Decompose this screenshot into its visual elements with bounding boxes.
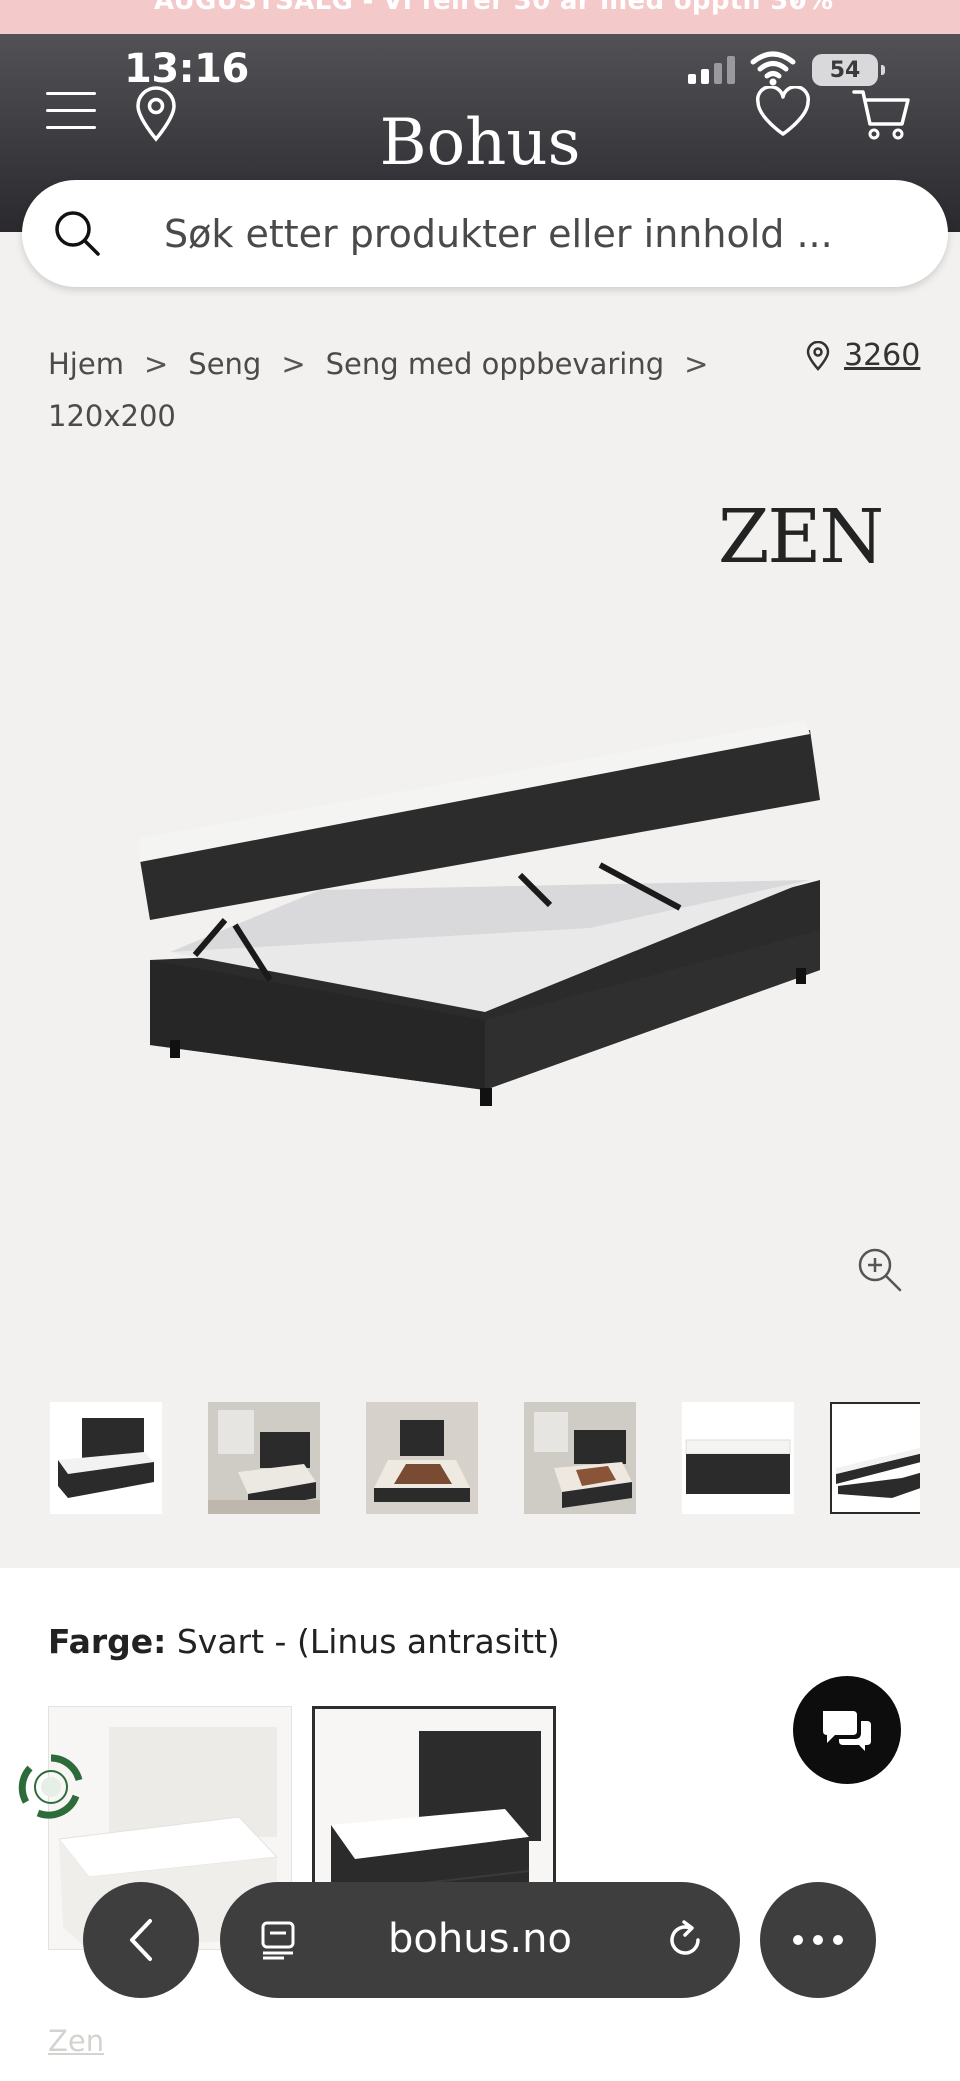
search-icon — [52, 208, 102, 262]
thumbnail-1[interactable] — [50, 1402, 162, 1514]
eco-badge-icon[interactable] — [16, 1752, 86, 1826]
site-logo[interactable]: Bohus — [0, 106, 960, 180]
battery-indicator: 54 — [812, 54, 885, 86]
color-label: Farge: — [48, 1622, 167, 1661]
breadcrumb-separator-icon: > — [684, 347, 709, 381]
zoom-in-icon[interactable] — [856, 1246, 904, 1298]
brand-link[interactable]: Zen — [48, 2024, 104, 2058]
product-image[interactable] — [120, 690, 840, 1124]
chevron-left-icon — [130, 1919, 152, 1961]
store-number[interactable]: 3260 — [844, 338, 920, 373]
breadcrumb-separator-icon: > — [143, 347, 169, 381]
breadcrumb-item-seng-med-oppbevaring[interactable]: Seng med oppbevaring — [326, 347, 664, 381]
breadcrumb-item-seng[interactable]: Seng — [188, 347, 261, 381]
chat-bubble-icon — [823, 1711, 871, 1751]
wishlist-heart-icon[interactable] — [754, 85, 812, 142]
color-selection-label: Farge: Svart - (Linus antrasitt) — [48, 1622, 560, 1661]
brand-logo: ZEN — [718, 494, 884, 580]
breadcrumb-separator-icon: > — [281, 347, 306, 381]
search-bar[interactable] — [22, 180, 948, 287]
cellular-signal-icon — [688, 56, 735, 84]
browser-address-bar[interactable]: bohus.no — [220, 1882, 740, 1998]
location-pin-icon — [806, 340, 830, 371]
cart-icon[interactable] — [852, 86, 912, 146]
thumbnail-6[interactable] — [830, 1402, 920, 1514]
chat-button[interactable] — [793, 1676, 901, 1784]
color-value: Svart - (Linus antrasitt) — [176, 1622, 560, 1661]
thumbnail-5[interactable] — [682, 1402, 794, 1514]
search-input[interactable] — [164, 180, 904, 287]
breadcrumb: Hjem > Seng > Seng med oppbevaring > 120x200 — [48, 338, 708, 442]
breadcrumb-item-size: 120x200 — [48, 399, 176, 433]
store-selector[interactable]: 3260 — [806, 338, 920, 373]
more-dots-icon — [793, 1935, 843, 1945]
wifi-icon — [750, 50, 796, 90]
browser-more-button[interactable] — [760, 1882, 876, 1998]
reload-icon[interactable] — [664, 1918, 708, 1966]
thumbnail-4[interactable] — [524, 1402, 636, 1514]
thumbnail-3[interactable] — [366, 1402, 478, 1514]
promo-banner[interactable]: AUGUSTSALG - Vi feirer 30 år med opptil … — [0, 0, 960, 34]
breadcrumb-item-hjem[interactable]: Hjem — [48, 347, 124, 381]
thumbnail-strip — [50, 1402, 920, 1518]
promo-text: AUGUSTSALG - Vi feirer 30 år med opptil … — [154, 0, 834, 16]
promo-chevron-icon: › — [790, 0, 801, 16]
browser-url[interactable]: bohus.no — [220, 1916, 740, 1962]
thumbnail-2[interactable] — [208, 1402, 320, 1514]
browser-back-button[interactable] — [83, 1882, 199, 1998]
